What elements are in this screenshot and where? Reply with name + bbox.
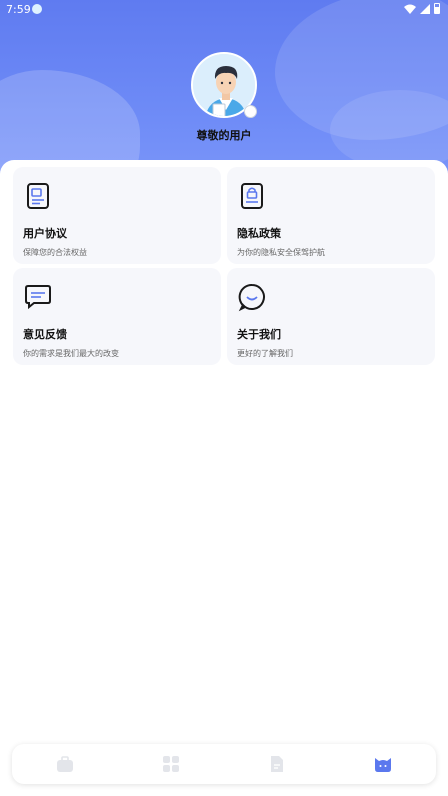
edit-avatar-badge-icon[interactable] — [244, 105, 257, 118]
document-icon — [27, 183, 49, 209]
briefcase-icon[interactable] — [55, 754, 75, 774]
file-icon[interactable] — [267, 754, 287, 774]
card-description: 你的需求是我们最大的改变 — [23, 349, 119, 358]
battery-icon — [434, 3, 440, 14]
card-description: 为你的隐私安全保驾护航 — [237, 248, 325, 257]
signal-icon — [420, 3, 430, 14]
card-title: 关于我们 — [237, 328, 281, 341]
app-notification-icon — [32, 4, 42, 14]
card-title: 意见反馈 — [23, 328, 67, 341]
message-icon — [25, 285, 51, 310]
card-description: 保障您的合法权益 — [23, 248, 87, 257]
username: 尊敬的用户 — [196, 129, 252, 142]
card-privacy-policy[interactable]: 隐私政策 为你的隐私安全保驾护航 — [227, 167, 435, 264]
card-user-agreement[interactable]: 用户协议 保障您的合法权益 — [13, 167, 221, 264]
card-feedback[interactable]: 意见反馈 你的需求是我们最大的改变 — [13, 268, 221, 365]
card-about-us[interactable]: 关于我们 更好的了解我们 — [227, 268, 435, 365]
chat-bubble-icon — [238, 283, 265, 312]
profile-face-icon[interactable] — [373, 754, 393, 774]
grid-icon[interactable] — [161, 754, 181, 774]
status-time: 7:59 — [6, 3, 31, 16]
card-description: 更好的了解我们 — [237, 349, 293, 358]
bottom-navigation — [12, 744, 436, 784]
card-title: 隐私政策 — [237, 227, 281, 240]
wifi-icon — [404, 4, 416, 14]
status-bar: 7:59 — [0, 0, 448, 18]
lock-icon — [241, 183, 263, 209]
card-title: 用户协议 — [23, 227, 67, 240]
